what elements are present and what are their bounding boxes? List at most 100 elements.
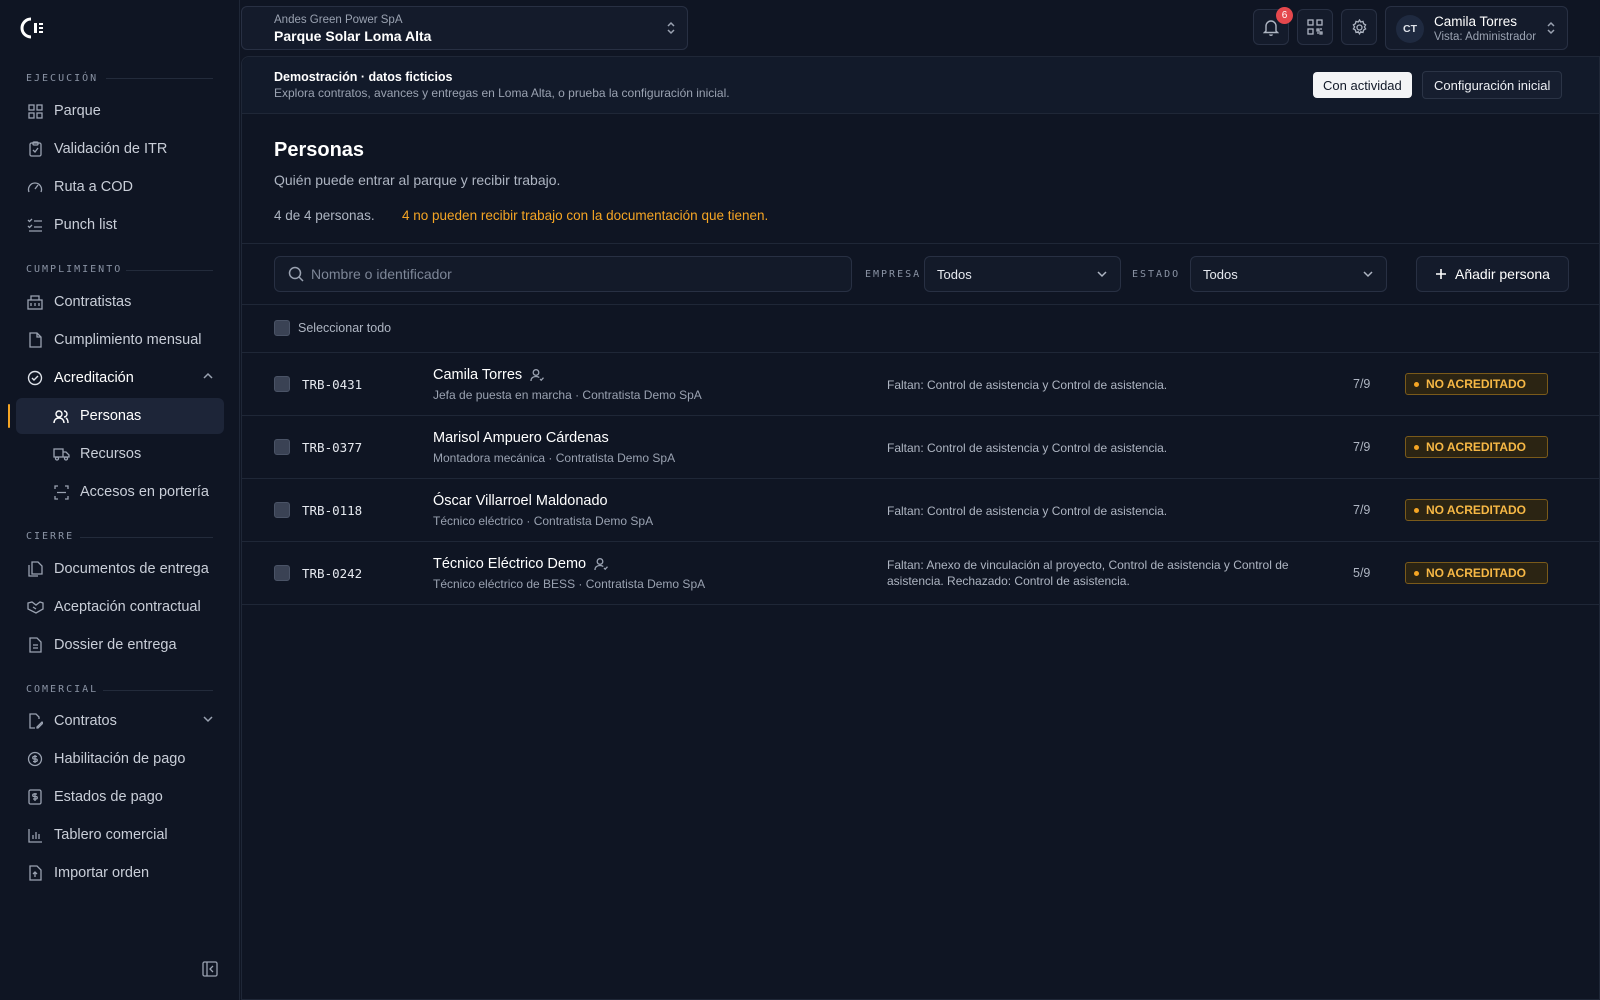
sidebar-item-validacion-itr[interactable]: Validación de ITR	[16, 131, 224, 167]
sidebar-item-label: Tablero comercial	[54, 827, 168, 843]
sidebar-item-habilitacion-pago[interactable]: Habilitación de pago	[16, 741, 224, 777]
person-id: TRB-0118	[302, 503, 363, 518]
list-check-icon	[26, 216, 44, 234]
sidebar-item-contratos[interactable]: Contratos	[16, 703, 224, 739]
sidebar-item-parque[interactable]: Parque	[16, 93, 224, 129]
sidebar-item-label: Parque	[54, 103, 101, 119]
user-icon	[530, 369, 545, 382]
divider	[126, 270, 213, 271]
sidebar-item-dossier-entrega[interactable]: Dossier de entrega	[16, 627, 224, 663]
configuracion-inicial-button[interactable]: Configuración inicial	[1422, 71, 1563, 99]
person-role: Jefa de puesta en marcha · Contratista D…	[433, 388, 702, 402]
gauge-icon	[26, 178, 44, 196]
sidebar-item-estados-pago[interactable]: Estados de pago	[16, 779, 224, 815]
section-label-cierre: CIERRE	[26, 531, 75, 542]
sidebar-item-contratistas[interactable]: Contratistas	[16, 284, 224, 320]
sidebar-item-documentos-entrega[interactable]: Documentos de entrega	[16, 551, 224, 587]
sidebar-collapse-icon[interactable]	[202, 961, 218, 977]
person-name[interactable]: Camila Torres	[433, 367, 522, 383]
row-checkbox[interactable]	[274, 502, 290, 518]
estado-select[interactable]: Todos	[1190, 256, 1387, 292]
user-menu[interactable]: CT Camila Torres Vista: Administrador	[1385, 6, 1568, 50]
status-badge: NO ACREDITADO	[1405, 373, 1548, 395]
search-field[interactable]	[274, 256, 852, 292]
person-name[interactable]: Óscar Villarroel Maldonado	[433, 493, 608, 509]
chevron-down-icon	[1097, 271, 1107, 278]
scan-icon	[52, 483, 70, 501]
sidebar-item-punch-list[interactable]: Punch list	[16, 207, 224, 243]
row-checkbox[interactable]	[274, 376, 290, 392]
document-score: 7/9	[1353, 503, 1371, 517]
app-logo-icon[interactable]	[20, 17, 44, 39]
status-badge-label: NO ACREDITADO	[1426, 377, 1526, 391]
accreditation-warning: 4 no pueden recibir trabajo con la docum…	[402, 208, 769, 223]
divider	[242, 243, 1599, 244]
sidebar-item-aceptacion-contractual[interactable]: Aceptación contractual	[16, 589, 224, 625]
sidebar-item-label: Contratistas	[54, 294, 132, 310]
file-icon	[26, 331, 44, 349]
sidebar-item-cumplimiento-mensual[interactable]: Cumplimiento mensual	[16, 322, 224, 358]
user-role: Vista: Administrador	[1434, 31, 1537, 43]
page-title: Personas	[274, 139, 365, 161]
main-panel: Demostración · datos ficticios Explora c…	[241, 56, 1600, 1000]
status-badge: NO ACREDITADO	[1405, 436, 1548, 458]
table-row[interactable]: TRB-0377 Marisol Ampuero Cárdenas Montad…	[242, 415, 1599, 478]
person-name[interactable]: Marisol Ampuero Cárdenas	[433, 430, 609, 446]
settings-button[interactable]	[1341, 9, 1377, 45]
org-name: Andes Green Power SpA	[274, 14, 403, 26]
person-name[interactable]: Técnico Eléctrico Demo	[433, 556, 586, 572]
sidebar-item-acreditacion[interactable]: Acreditación	[16, 360, 224, 396]
document-score: 5/9	[1353, 566, 1371, 580]
chevron-down-icon	[203, 716, 213, 723]
handshake-icon	[26, 598, 44, 616]
row-checkbox[interactable]	[274, 439, 290, 455]
select-all-label: Seleccionar todo	[298, 321, 392, 335]
person-role: Técnico eléctrico de BESS · Contratista …	[433, 577, 706, 591]
person-id: TRB-0431	[302, 377, 363, 392]
dollar-circle-icon	[26, 750, 44, 768]
clipboard-check-icon	[26, 140, 44, 158]
table-row[interactable]: TRB-0118 Óscar Villarroel Maldonado Técn…	[242, 478, 1599, 541]
person-name-wrap: Óscar Villarroel Maldonado	[433, 493, 608, 509]
project-selector[interactable]: Andes Green Power SpA Parque Solar Loma …	[241, 6, 688, 50]
sidebar-item-accesos-porteria[interactable]: Accesos en portería	[16, 474, 224, 510]
row-checkbox[interactable]	[274, 565, 290, 581]
divider	[242, 604, 1599, 605]
sidebar-item-tablero-comercial[interactable]: Tablero comercial	[16, 817, 224, 853]
add-person-button[interactable]: Añadir persona	[1416, 256, 1569, 292]
sidebar-item-ruta-cod[interactable]: Ruta a COD	[16, 169, 224, 205]
page-subtitle: Quién puede entrar al parque y recibir t…	[274, 172, 561, 188]
table-row[interactable]: TRB-0431 Camila Torres Jefa de puesta en…	[242, 352, 1599, 415]
grid-icon	[26, 102, 44, 120]
sidebar-item-personas[interactable]: Personas	[16, 398, 224, 434]
search-input[interactable]	[311, 257, 831, 291]
estado-filter-label: ESTADO	[1132, 269, 1181, 280]
select-all-checkbox[interactable]	[274, 320, 290, 336]
sidebar-item-label: Punch list	[54, 217, 117, 233]
missing-documents: Faltan: Control de asistencia y Control …	[887, 378, 1168, 392]
empresa-select[interactable]: Todos	[924, 256, 1121, 292]
missing-documents: Faltan: Control de asistencia y Control …	[887, 441, 1168, 455]
sidebar-item-importar-orden[interactable]: Importar orden	[16, 855, 224, 891]
con-actividad-button[interactable]: Con actividad	[1313, 72, 1412, 98]
section-label-cumplimiento: CUMPLIMIENTO	[26, 264, 123, 275]
sidebar-item-recursos[interactable]: Recursos	[16, 436, 224, 472]
chevron-updown-icon	[1547, 21, 1555, 35]
person-name-wrap: Camila Torres	[433, 367, 545, 383]
add-person-label: Añadir persona	[1455, 266, 1550, 282]
table-row[interactable]: TRB-0242 Técnico Eléctrico Demo Técnico …	[242, 541, 1599, 604]
person-role: Técnico eléctrico · Contratista Demo SpA	[433, 514, 654, 528]
user-name: Camila Torres	[1434, 14, 1518, 29]
file-upload-icon	[26, 864, 44, 882]
sidebar-item-label: Recursos	[80, 446, 142, 462]
person-role: Montadora mecánica · Contratista Demo Sp…	[433, 451, 676, 465]
empresa-select-value: Todos	[937, 267, 972, 282]
sidebar-item-label: Cumplimiento mensual	[54, 332, 202, 348]
truck-icon	[52, 445, 70, 463]
person-id: TRB-0377	[302, 440, 363, 455]
status-dot-icon	[1414, 570, 1419, 576]
person-name-wrap: Técnico Eléctrico Demo	[433, 556, 609, 572]
sidebar-item-label: Accesos en portería	[80, 484, 209, 500]
document-icon	[26, 636, 44, 654]
qr-code-button[interactable]	[1297, 9, 1333, 45]
